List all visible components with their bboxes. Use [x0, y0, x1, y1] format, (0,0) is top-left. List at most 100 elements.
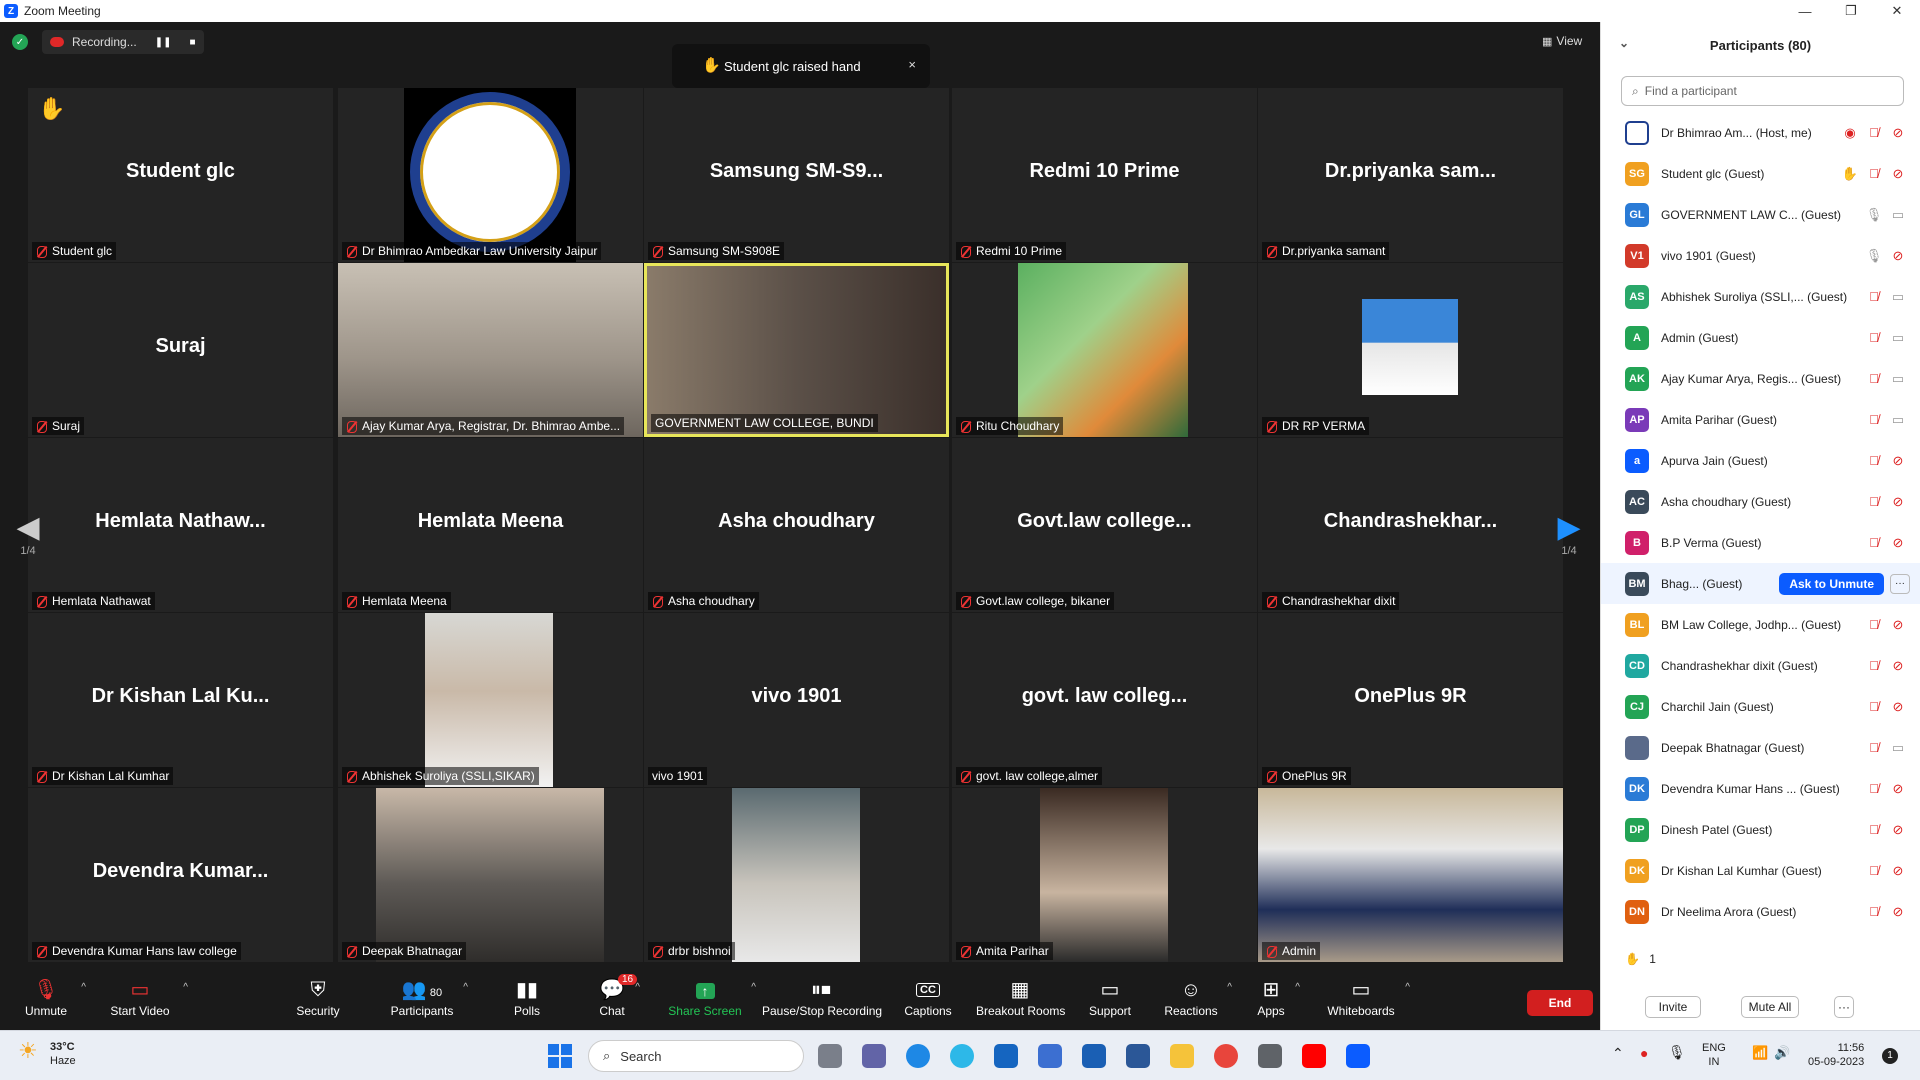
video-tile[interactable]: govt. law colleg... govt. law college,alm…: [952, 613, 1257, 787]
video-tile[interactable]: Govt.law college... Govt.law college, bik…: [952, 438, 1257, 612]
language-indicator[interactable]: ENG IN: [1702, 1041, 1726, 1069]
video-tile[interactable]: GOVERNMENT LAW COLLEGE, BUNDI: [644, 263, 949, 437]
chevron-up-icon[interactable]: ^: [81, 982, 86, 993]
start-video-button[interactable]: ▭ Start Video ^: [106, 976, 188, 1028]
pause-recording-icon[interactable]: ❚❚: [155, 37, 172, 48]
help-icon[interactable]: [906, 1044, 930, 1068]
chevron-up-icon[interactable]: ^: [635, 982, 640, 993]
find-participant-input[interactable]: ⌕ Find a participant: [1621, 76, 1904, 106]
recording-tray-icon[interactable]: ●: [1640, 1045, 1648, 1061]
edge-icon[interactable]: [950, 1044, 974, 1068]
participant-row[interactable]: CD Chandrashekhar dixit (Guest) 🎙̸ ⊘: [1601, 645, 1920, 686]
notification-badge[interactable]: 1: [1882, 1048, 1898, 1064]
speaker-icon[interactable]: 🔊: [1774, 1045, 1790, 1061]
taskbar-search-input[interactable]: ⌕ Search: [588, 1040, 804, 1072]
chevron-down-icon[interactable]: ⌄: [1619, 36, 1629, 50]
chat-button[interactable]: 💬 16 Chat ^: [598, 974, 640, 1028]
captions-button[interactable]: CC Captions: [904, 976, 952, 1028]
video-tile[interactable]: Dr Bhimrao Ambedkar Law University Jaipu…: [338, 88, 643, 262]
participant-row[interactable]: Dr Bhimrao Am... (Host, me) ◉ 🎙̸ ⊘: [1601, 112, 1920, 153]
stop-recording-icon[interactable]: ■: [189, 37, 195, 48]
app-icon[interactable]: [1082, 1044, 1106, 1068]
next-page-button[interactable]: ▶ 1/4: [1545, 510, 1593, 590]
chevron-up-icon[interactable]: ^: [183, 982, 188, 993]
file-explorer-icon[interactable]: [1170, 1044, 1194, 1068]
video-tile[interactable]: Chandrashekhar... Chandrashekhar dixit: [1258, 438, 1563, 612]
video-tile[interactable]: ✋ Student glc Student glc: [28, 88, 333, 262]
participants-button[interactable]: 👥 80 Participants ^: [390, 976, 468, 1028]
encryption-shield-icon[interactable]: ✓: [12, 34, 28, 50]
participant-row[interactable]: Deepak Bhatnagar (Guest) 🎙̸ ▭: [1601, 727, 1920, 768]
polls-button[interactable]: ▮▮ Polls: [510, 976, 544, 1028]
windows-start-icon[interactable]: [548, 1044, 572, 1068]
calculator-icon[interactable]: [1258, 1044, 1282, 1068]
participant-row[interactable]: AS Abhishek Suroliya (SSLI,... (Guest) 🎙̸ ▭: [1601, 276, 1920, 317]
close-window-button[interactable]: ✕: [1874, 0, 1920, 22]
zoom-taskbar-icon[interactable]: [1346, 1044, 1370, 1068]
video-tile[interactable]: Dr Kishan Lal Ku... Dr Kishan Lal Kumhar: [28, 613, 333, 787]
video-tile[interactable]: Suraj Suraj: [28, 263, 333, 437]
video-tile[interactable]: vivo 1901 vivo 1901: [644, 613, 949, 787]
end-meeting-button[interactable]: End: [1527, 990, 1593, 1016]
participant-row[interactable]: AC Asha choudhary (Guest) 🎙̸ ⊘: [1601, 481, 1920, 522]
participant-row[interactable]: DP Dinesh Patel (Guest) 🎙̸ ⊘: [1601, 809, 1920, 850]
participant-row[interactable]: A Admin (Guest) 🎙̸ ▭: [1601, 317, 1920, 358]
security-button[interactable]: ⛨ Security: [294, 976, 342, 1028]
participant-row[interactable]: DK Devendra Kumar Hans ... (Guest) 🎙̸ ⊘: [1601, 768, 1920, 809]
support-button[interactable]: ▭ Support: [1088, 976, 1132, 1028]
video-tile[interactable]: Asha choudhary Asha choudhary: [644, 438, 949, 612]
maximize-button[interactable]: ❐: [1828, 0, 1874, 22]
wifi-icon[interactable]: 📶: [1752, 1045, 1768, 1061]
participant-list[interactable]: Dr Bhimrao Am... (Host, me) ◉ 🎙̸ ⊘ SG Student…: [1601, 112, 1920, 942]
minimize-button[interactable]: —: [1782, 0, 1828, 22]
video-tile[interactable]: Abhishek Suroliya (SSLI,SIKAR): [338, 613, 643, 787]
video-tile[interactable]: Deepak Bhatnagar: [338, 788, 643, 962]
breakout-rooms-button[interactable]: ▦ Breakout Rooms: [976, 976, 1065, 1028]
whiteboards-button[interactable]: ▭ Whiteboards ^: [1326, 976, 1410, 1028]
microphone-tray-icon[interactable]: 🎙: [1668, 1044, 1686, 1061]
task-view-icon[interactable]: [818, 1044, 842, 1068]
participant-row[interactable]: B B.P Verma (Guest) 🎙̸ ⊘: [1601, 522, 1920, 563]
weather-widget[interactable]: ☀ 33°C Haze: [18, 1040, 76, 1068]
view-button[interactable]: ▦ View: [1542, 34, 1582, 48]
chevron-up-icon[interactable]: ^: [1227, 982, 1232, 993]
reactions-button[interactable]: ☺ Reactions ^: [1164, 976, 1232, 1028]
chevron-up-icon[interactable]: ^: [1405, 982, 1410, 993]
participant-row[interactable]: GL GOVERNMENT LAW C... (Guest) 🎙 ▭: [1601, 194, 1920, 235]
video-tile[interactable]: Ajay Kumar Arya, Registrar, Dr. Bhimrao …: [338, 263, 643, 437]
participant-row[interactable]: DK Dr Kishan Lal Kumhar (Guest) 🎙̸ ⊘: [1601, 850, 1920, 891]
photos-icon[interactable]: [1126, 1044, 1150, 1068]
video-tile[interactable]: Amita Parihar: [952, 788, 1257, 962]
unmute-button[interactable]: 🎙 Unmute ^: [20, 976, 86, 1028]
participant-row[interactable]: AP Amita Parihar (Guest) 🎙̸ ▭: [1601, 399, 1920, 440]
share-screen-button[interactable]: ↑ Share Screen ^: [668, 976, 756, 1028]
microsoft-store-icon[interactable]: [1038, 1044, 1062, 1068]
apps-button[interactable]: ⊞ Apps ^: [1256, 976, 1300, 1028]
participant-row[interactable]: CJ Charchil Jain (Guest) 🎙̸ ⊘: [1601, 686, 1920, 727]
video-tile[interactable]: drbr bishnoi: [644, 788, 949, 962]
more-options-button[interactable]: ···: [1834, 996, 1854, 1018]
youtube-icon[interactable]: [1302, 1044, 1326, 1068]
participant-row[interactable]: a Apurva Jain (Guest) 🎙̸ ⊘: [1601, 440, 1920, 481]
mcafee-icon[interactable]: [994, 1044, 1018, 1068]
participant-row[interactable]: AK Ajay Kumar Arya, Regis... (Guest) 🎙̸ ▭: [1601, 358, 1920, 399]
participant-row[interactable]: V1 vivo 1901 (Guest) 🎙 ⊘: [1601, 235, 1920, 276]
clock[interactable]: 11:56 05-09-2023: [1808, 1041, 1864, 1069]
video-tile[interactable]: Redmi 10 Prime Redmi 10 Prime: [952, 88, 1257, 262]
participant-row[interactable]: BM Bhag... (Guest) Ask to Unmute ···: [1601, 563, 1920, 604]
chrome-icon[interactable]: [1214, 1044, 1238, 1068]
show-hidden-icons-chevron-icon[interactable]: ⌃: [1612, 1045, 1624, 1062]
participant-row[interactable]: SG Student glc (Guest) ✋ 🎙̸ ⊘: [1601, 153, 1920, 194]
previous-page-button[interactable]: ◀ 1/4: [4, 510, 52, 590]
video-tile[interactable]: OnePlus 9R OnePlus 9R: [1258, 613, 1563, 787]
chevron-up-icon[interactable]: ^: [463, 982, 468, 993]
video-tile[interactable]: DR RP VERMA: [1258, 263, 1563, 437]
video-tile[interactable]: Admin: [1258, 788, 1563, 962]
ask-to-unmute-button[interactable]: Ask to Unmute: [1779, 572, 1884, 595]
close-notification-button[interactable]: ×: [908, 57, 916, 72]
invite-button[interactable]: Invite: [1645, 996, 1701, 1018]
video-tile[interactable]: Hemlata Nathaw... Hemlata Nathawat: [28, 438, 333, 612]
participant-row[interactable]: BL BM Law College, Jodhp... (Guest) 🎙̸ ⊘: [1601, 604, 1920, 645]
video-tile[interactable]: Dr.priyanka sam... Dr.priyanka samant: [1258, 88, 1563, 262]
participant-row[interactable]: DN Dr Neelima Arora (Guest) 🎙̸ ⊘: [1601, 891, 1920, 932]
